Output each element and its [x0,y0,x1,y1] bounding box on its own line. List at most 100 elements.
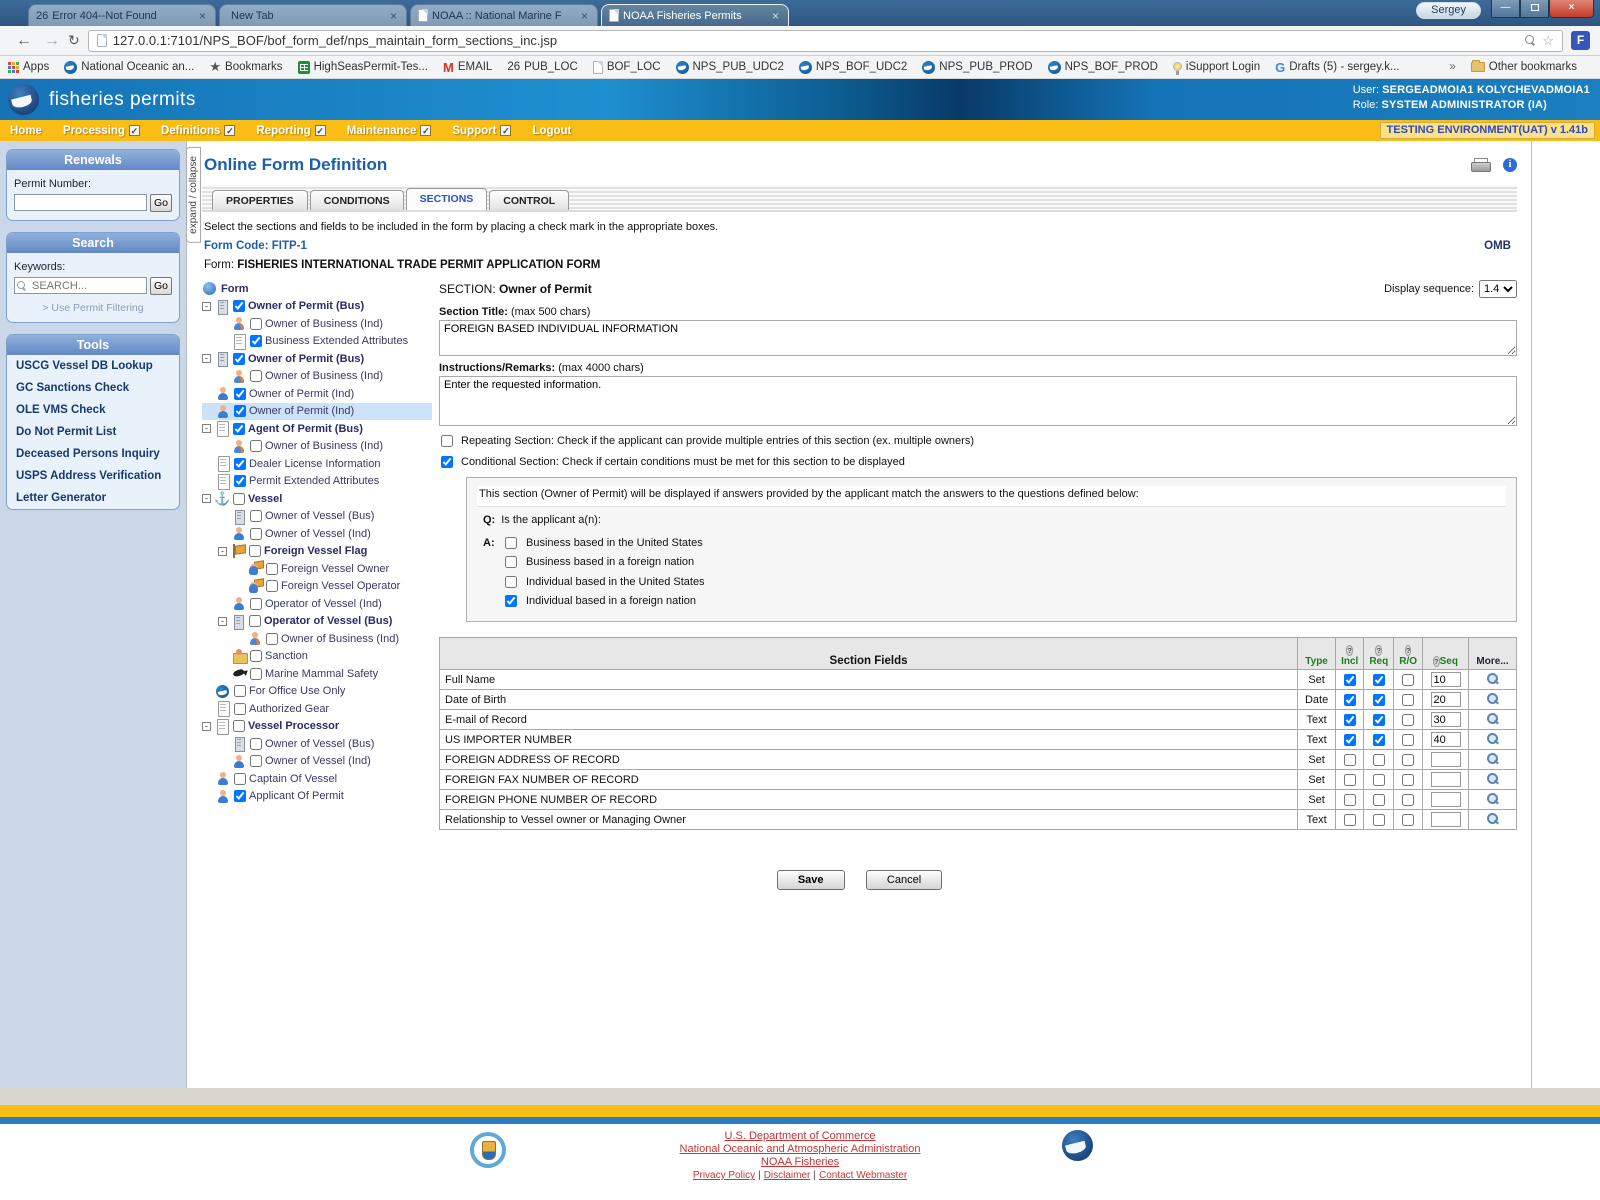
bookmark-item[interactable]: 26PUB_LOC [507,61,577,73]
ro-checkbox[interactable] [1402,754,1414,766]
url-text[interactable]: 127.0.0.1:7101/NPS_BOF/bof_form_def/nps_… [113,33,1518,48]
tree-root[interactable]: Form [202,280,432,298]
tab-properties[interactable]: PROPERTIES [212,190,308,210]
tree-item[interactable]: Owner of Business (Ind) [202,630,432,648]
more-magnifier-icon[interactable] [1486,792,1499,805]
bookmark-item[interactable]: Other bookmarks [1471,61,1577,73]
tree-item[interactable]: Foreign Vessel Owner [202,560,432,578]
extension-button[interactable]: F [1571,31,1590,50]
tree-item-checkbox[interactable] [234,475,246,487]
info-icon[interactable]: i [1503,158,1517,172]
use-permit-filtering-link[interactable]: > Use Permit Filtering [14,302,172,314]
bookmark-item[interactable]: NPS_PUB_UDC2 [676,61,784,74]
tool-link[interactable]: Letter Generator [7,487,179,509]
more-magnifier-icon[interactable] [1486,772,1499,785]
incl-checkbox[interactable] [1344,734,1356,746]
tree-item[interactable]: Permit Extended Attributes [202,473,432,491]
browser-tab[interactable]: NOAA Fisheries Permits× [601,4,789,26]
answer-checkbox[interactable] [505,537,517,549]
tree-item[interactable]: Dealer License Information [202,455,432,473]
footer-link[interactable]: U.S. Department of Commerce [725,1130,876,1142]
tree-item-checkbox[interactable] [250,738,262,750]
seq-input[interactable] [1431,792,1461,807]
footer-sublink[interactable]: Disclaimer [764,1170,811,1181]
search-input[interactable] [14,277,147,294]
req-checkbox[interactable] [1373,694,1385,706]
seq-input[interactable] [1431,712,1461,727]
ro-checkbox[interactable] [1402,794,1414,806]
bookmark-item[interactable]: NPS_PUB_PROD [922,61,1032,74]
tree-item-checkbox[interactable] [233,423,245,435]
browser-tab[interactable]: NOAA :: National Marine F× [410,4,598,26]
tree-item-checkbox[interactable] [250,440,262,452]
renewals-go-button[interactable]: Go [150,194,172,212]
bookmark-item[interactable]: » [1449,61,1455,73]
tree-item[interactable]: For Office Use Only [202,683,432,701]
seq-input[interactable] [1431,732,1461,747]
tree-item[interactable]: -Operator of Vessel (Bus) [202,613,432,631]
tree-expander-icon[interactable]: - [202,354,211,363]
tab-close-icon[interactable]: × [388,9,399,23]
req-checkbox[interactable] [1373,734,1385,746]
expand-collapse-tab[interactable]: expand / collapse [186,147,201,243]
nav-item-home[interactable]: Home [10,125,63,137]
tree-item[interactable]: -Owner of Permit (Bus) [202,298,432,316]
ro-checkbox[interactable] [1402,814,1414,826]
tool-link[interactable]: GC Sanctions Check [7,377,179,399]
minimize-button[interactable]: — [1491,0,1520,18]
seq-input[interactable] [1431,692,1461,707]
req-checkbox[interactable] [1373,674,1385,686]
tree-item-checkbox[interactable] [234,685,246,697]
incl-checkbox[interactable] [1344,694,1356,706]
bookmark-item[interactable]: GDrafts (5) - sergey.k... [1275,60,1399,75]
tree-item[interactable]: Applicant Of Permit [202,788,432,806]
tree-item-checkbox[interactable] [234,405,246,417]
more-magnifier-icon[interactable] [1486,712,1499,725]
incl-checkbox[interactable] [1344,814,1356,826]
incl-checkbox[interactable] [1344,794,1356,806]
tool-link[interactable]: OLE VMS Check [7,399,179,421]
help-icon[interactable]: ? [1346,645,1353,656]
tree-item-checkbox[interactable] [250,650,262,662]
footer-link[interactable]: NOAA Fisheries [761,1156,839,1168]
nav-item-processing[interactable]: Processing✓ [63,125,161,137]
browser-tab[interactable]: New Tab× [219,4,407,26]
footer-link[interactable]: National Oceanic and Atmospheric Adminis… [680,1143,921,1155]
footer-sublink[interactable]: Privacy Policy [693,1170,755,1181]
tree-item-checkbox[interactable] [249,615,261,627]
maximize-button[interactable] [1520,0,1549,18]
answer-checkbox[interactable] [505,556,517,568]
tree-item[interactable]: Owner of Permit (Ind) [202,403,432,421]
tree-item[interactable]: Owner of Vessel (Bus) [202,508,432,526]
tree-item[interactable]: Marine Mammal Safety [202,665,432,683]
bookmark-star-icon[interactable]: ☆ [1542,33,1554,49]
tree-item[interactable]: Owner of Vessel (Bus) [202,735,432,753]
more-magnifier-icon[interactable] [1486,692,1499,705]
seq-input[interactable] [1431,772,1461,787]
tree-item[interactable]: Owner of Business (Ind) [202,438,432,456]
more-magnifier-icon[interactable] [1486,732,1499,745]
display-sequence-select[interactable]: 1.4 [1479,280,1517,298]
help-icon[interactable]: ? [1405,645,1412,656]
tab-conditions[interactable]: CONDITIONS [310,190,404,210]
tree-item-checkbox[interactable] [250,370,262,382]
bookmark-item[interactable]: NPS_BOF_PROD [1048,61,1158,74]
tree-item-checkbox[interactable] [234,458,246,470]
print-icon[interactable] [1471,158,1489,172]
tree-item[interactable]: Authorized Gear [202,700,432,718]
tree-item-checkbox[interactable] [233,353,245,365]
seq-input[interactable] [1431,812,1461,827]
tree-item-checkbox[interactable] [249,545,261,557]
tree-item-checkbox[interactable] [234,388,246,400]
tree-item-checkbox[interactable] [234,773,246,785]
more-magnifier-icon[interactable] [1486,752,1499,765]
forward-icon[interactable]: → [44,33,60,49]
browser-tab[interactable]: 26Error 404--Not Found× [28,4,216,26]
bookmark-item[interactable]: MEMAIL [443,60,492,75]
tree-item[interactable]: -Agent Of Permit (Bus) [202,420,432,438]
ro-checkbox[interactable] [1402,734,1414,746]
tree-item-checkbox[interactable] [233,720,245,732]
nav-item-definitions[interactable]: Definitions✓ [161,125,256,137]
tree-item-checkbox[interactable] [250,510,262,522]
back-icon[interactable]: ← [16,33,32,49]
